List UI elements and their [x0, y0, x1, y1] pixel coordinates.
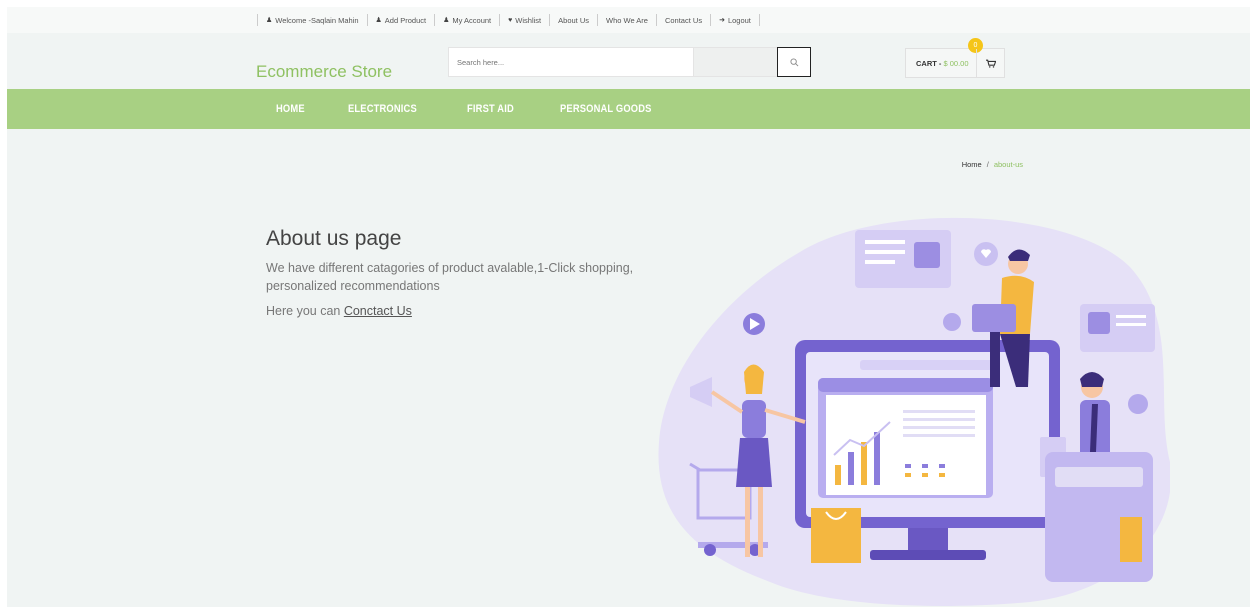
search-button[interactable] [777, 47, 811, 77]
user-icon: ♟ [266, 17, 273, 24]
cart-label: CART - $ 00.00 [906, 59, 969, 68]
about-us-label: About Us [558, 15, 589, 25]
search-bar [448, 47, 811, 77]
user-icon: ♟ [443, 17, 450, 24]
contact-us-link[interactable]: Contact Us [655, 14, 710, 26]
who-we-are-link[interactable]: Who We Are [597, 14, 656, 26]
contact-us-inline-link[interactable]: Conctact Us [344, 304, 412, 318]
cart-button[interactable] [976, 49, 1004, 77]
heart-icon: ♥ [508, 16, 513, 24]
user-icon: ♟ [375, 17, 382, 24]
about-content: About us page We have different catagori… [266, 227, 646, 318]
search-input[interactable] [448, 47, 694, 77]
logout-label: Logout [727, 15, 751, 25]
contact-line: Here you can Conctact Us [266, 304, 646, 318]
about-description: We have different catagories of product … [266, 261, 634, 293]
add-product-link[interactable]: ♟ Add Product [366, 14, 435, 26]
who-we-are-label: Who We Are [606, 15, 648, 25]
welcome-label: Welcome -Saqlain Mahin [275, 15, 359, 25]
search-category-area [694, 47, 777, 77]
cart-widget[interactable]: CART - $ 00.00 0 [905, 38, 1005, 78]
page-title: About us page [266, 227, 402, 250]
wishlist-label: Wishlist [515, 15, 542, 25]
top-links: ♟ Welcome -Saqlain Mahin ♟ Add Product ♟ My… [257, 12, 760, 28]
wishlist-link[interactable]: ♥ Wishlist [499, 14, 549, 26]
breadcrumb-separator: / [986, 160, 989, 169]
contact-us-label: Contact Us [664, 15, 703, 25]
cart-amount: $ 00.00 [943, 58, 969, 68]
logout-icon: ➜ [719, 17, 725, 24]
nav-electronics[interactable]: ELECTRONICS [348, 103, 417, 115]
nav-first-aid[interactable]: FIRST AID [467, 103, 514, 115]
about-illustration [658, 217, 1170, 606]
main-nav: HOME ELECTRONICS FIRST AID PERSONAL GOOD… [7, 89, 1250, 129]
search-icon [789, 57, 798, 66]
my-account-label: My Account [452, 15, 492, 25]
welcome-link[interactable]: ♟ Welcome -Saqlain Mahin [257, 14, 367, 26]
my-account-link[interactable]: ♟ My Account [434, 14, 499, 26]
breadcrumb-current: about-us [993, 160, 1023, 169]
about-us-link[interactable]: About Us [549, 14, 597, 26]
contact-prefix: Here you can [266, 304, 344, 318]
cart-icon [985, 59, 996, 68]
top-bar: ♟ Welcome -Saqlain Mahin ♟ Add Product ♟ My… [7, 7, 1250, 33]
logout-link[interactable]: ➜ Logout [710, 14, 760, 26]
cart-text: CART - [916, 58, 944, 68]
page-frame: ♟ Welcome -Saqlain Mahin ♟ Add Product ♟ My… [7, 7, 1250, 607]
breadcrumb-home[interactable]: Home [962, 160, 982, 169]
breadcrumb: Home / about-us [962, 160, 1023, 169]
nav-home[interactable]: HOME [276, 103, 305, 115]
brand-logo[interactable]: Ecommerce Store [256, 62, 392, 82]
nav-personal-goods[interactable]: PERSONAL GOODS [560, 103, 652, 115]
add-product-label: Add Product [384, 15, 427, 25]
nav-items: HOME ELECTRONICS FIRST AID PERSONAL GOOD… [276, 89, 668, 129]
